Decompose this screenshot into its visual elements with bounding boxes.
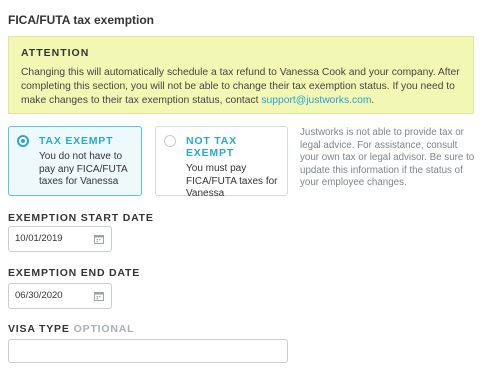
start-date-label: EXEMPTION START DATE xyxy=(8,212,154,224)
radio-selected-icon[interactable] xyxy=(17,135,29,147)
end-date-input[interactable]: 06/30/2020 xyxy=(8,283,112,309)
end-date-value: 06/30/2020 xyxy=(15,290,63,301)
attention-text-end: . xyxy=(371,95,375,106)
not-tax-exempt-desc: You must pay FICA/FUTA taxes for Vanessa xyxy=(186,163,278,199)
visa-type-label: VISA TYPE OPTIONAL xyxy=(8,323,134,335)
start-date-value: 10/01/2019 xyxy=(15,233,63,244)
tax-exempt-desc: You do not have to pay any FICA/FUTA tax… xyxy=(39,151,128,187)
calendar-icon[interactable] xyxy=(94,291,104,301)
tax-exempt-option[interactable]: TAX EXEMPT You do not have to pay any FI… xyxy=(8,126,142,196)
not-tax-exempt-title: NOT TAX EXEMPT xyxy=(186,135,237,159)
section-title: FICA/FUTA tax exemption xyxy=(8,13,155,27)
visa-type-label-text: VISA TYPE xyxy=(8,323,70,335)
visa-type-input[interactable] xyxy=(8,339,288,363)
start-date-input[interactable]: 10/01/2019 xyxy=(8,226,112,252)
attention-title: ATTENTION xyxy=(21,47,90,59)
support-email-link[interactable]: support@justworks.com xyxy=(261,95,371,106)
optional-tag: OPTIONAL xyxy=(73,323,135,335)
radio-unselected-icon[interactable] xyxy=(164,135,176,147)
end-date-label: EXEMPTION END DATE xyxy=(8,267,141,279)
attention-banner: ATTENTION Changing this will automatical… xyxy=(8,36,474,114)
calendar-icon[interactable] xyxy=(94,234,104,244)
tax-advice-note: Justworks is not able to provide tax or … xyxy=(300,127,475,188)
not-tax-exempt-option[interactable]: NOT TAX EXEMPT You must pay FICA/FUTA ta… xyxy=(155,126,288,199)
tax-exempt-title: TAX EXEMPT xyxy=(39,135,114,147)
attention-body: Changing this will automatically schedul… xyxy=(21,66,461,108)
attention-text: Changing this will automatically schedul… xyxy=(21,67,460,106)
